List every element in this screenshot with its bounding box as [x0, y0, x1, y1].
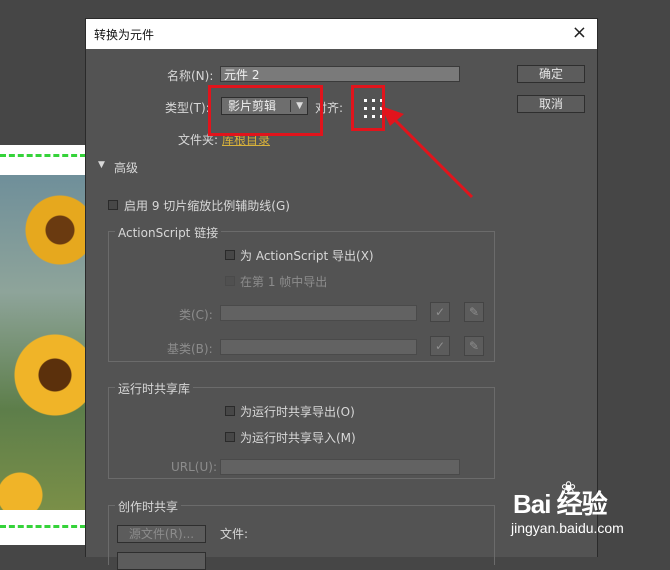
baidu-watermark: ❀ Bai 经验 jingyan.baidu.com [511, 478, 624, 536]
red-arrow-icon [381, 106, 474, 199]
watermark-url: jingyan.baidu.com [511, 520, 624, 536]
paw-icon: ❀ [561, 478, 577, 498]
watermark-brand: Bai 经验 [513, 489, 608, 519]
